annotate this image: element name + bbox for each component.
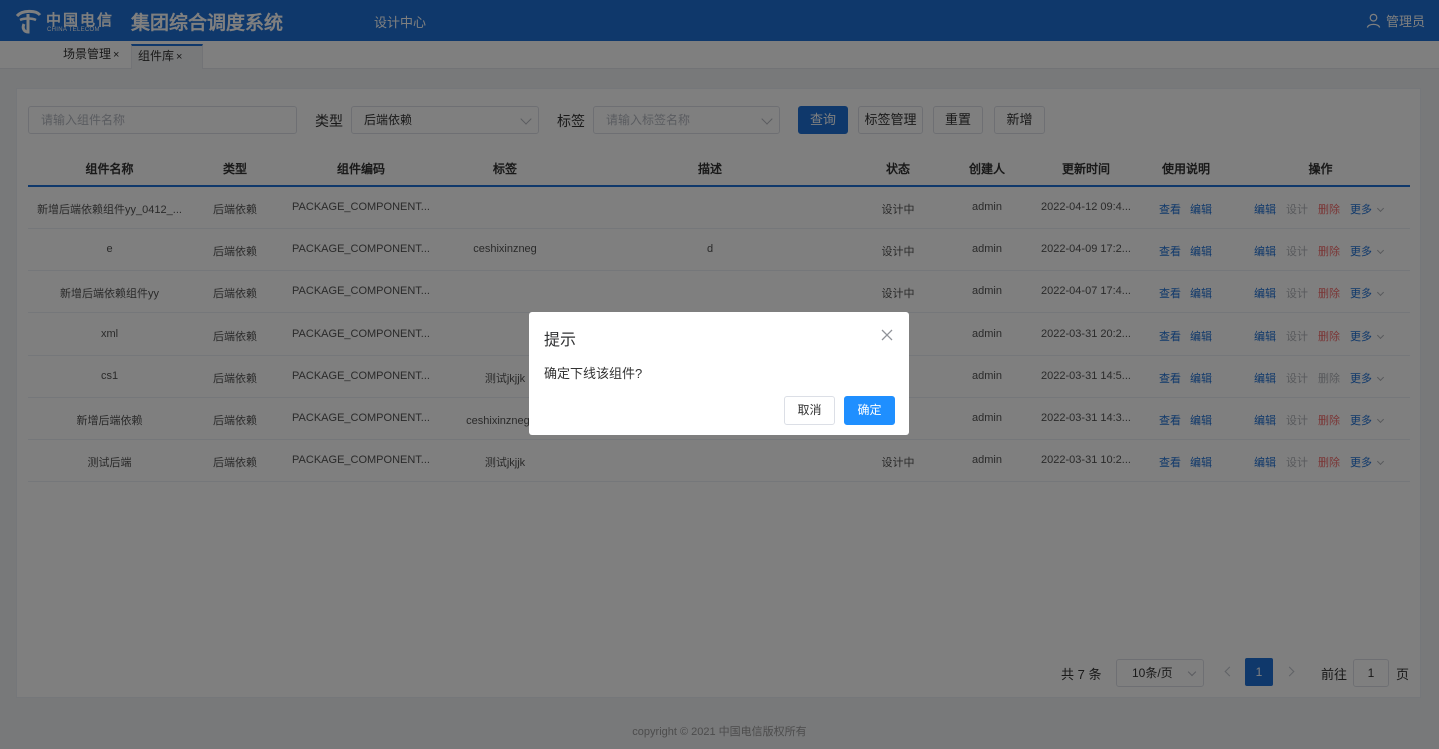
dialog-title: 提示 xyxy=(544,332,577,349)
confirm-button[interactable]: 确定 xyxy=(844,396,895,425)
confirm-dialog: 提示 确定下线该组件? 取消 确定 xyxy=(529,312,909,435)
close-icon[interactable] xyxy=(881,329,893,341)
dialog-message: 确定下线该组件? xyxy=(544,366,643,381)
cancel-button[interactable]: 取消 xyxy=(784,396,835,425)
